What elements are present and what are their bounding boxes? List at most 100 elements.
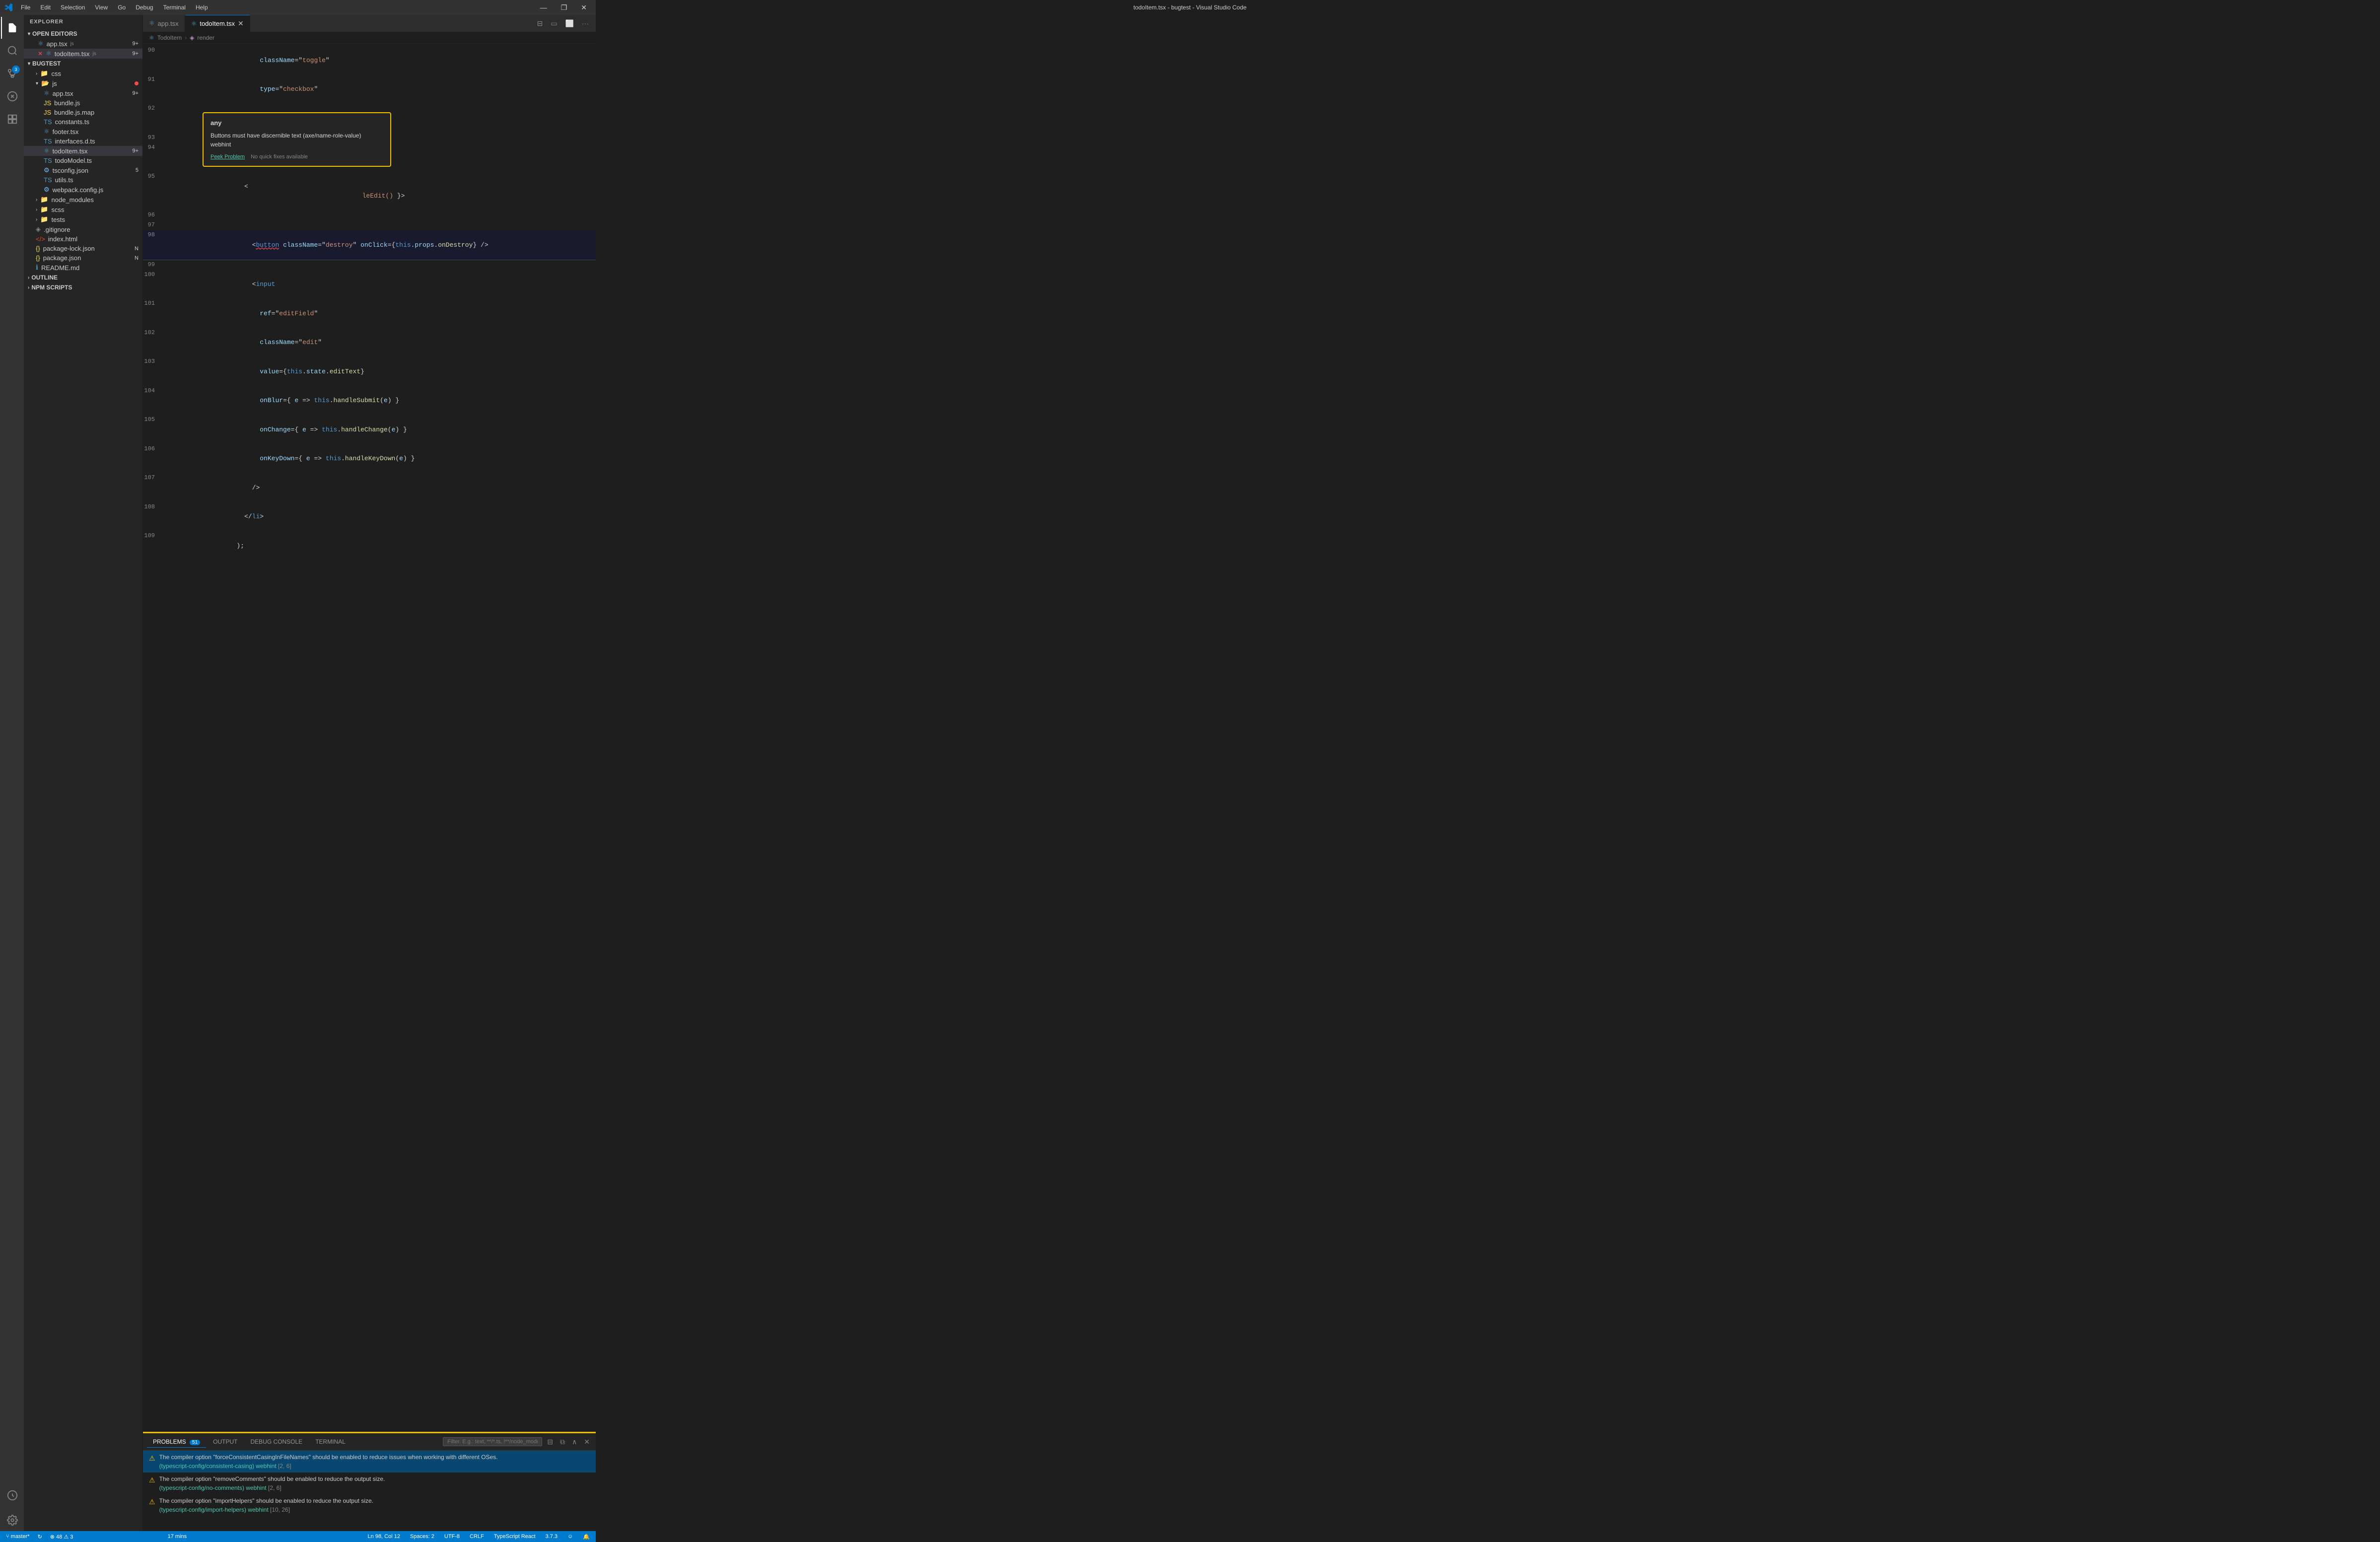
- folder-tests[interactable]: › 📁 tests: [24, 214, 142, 224]
- file-interfaces-dts[interactable]: TS interfaces.d.ts: [24, 137, 142, 146]
- panel-tab-debug-console[interactable]: DEBUG CONSOLE: [245, 1436, 309, 1448]
- file-package-json[interactable]: {} package.json N: [24, 253, 142, 263]
- info-icon: ℹ: [36, 264, 38, 272]
- code-line-98: 98 <button className="destroy" onClick={…: [143, 230, 596, 260]
- open-editor-app-tsx[interactable]: ⚛ app.tsx js 9+: [24, 39, 142, 49]
- collapse-panel-icon[interactable]: ∧: [570, 1437, 579, 1447]
- window-controls: — ❐ ✕: [535, 2, 592, 13]
- line-content: ref="editField": [163, 299, 596, 328]
- activity-remote[interactable]: [1, 1484, 23, 1506]
- problem-item-1[interactable]: ⚠ The compiler option "removeComments" s…: [143, 1472, 596, 1494]
- chevron-right-icon: ›: [28, 285, 29, 290]
- chevron-down-icon: ▾: [28, 31, 30, 37]
- filter-icon[interactable]: ⊟: [545, 1437, 555, 1447]
- debug-icon: [7, 91, 18, 102]
- code-line-97: 97: [143, 220, 596, 230]
- file-package-lock-json[interactable]: {} package-lock.json N: [24, 244, 142, 253]
- activity-debug[interactable]: [1, 85, 23, 107]
- outline-header[interactable]: › OUTLINE: [24, 273, 142, 282]
- activity-source-control[interactable]: 3: [1, 63, 23, 84]
- language-mode[interactable]: TypeScript React: [492, 1534, 538, 1540]
- sync-status[interactable]: ↻: [36, 1534, 44, 1540]
- file-gitignore[interactable]: ◈ .gitignore: [24, 224, 142, 234]
- file-footer-tsx[interactable]: ⚛ footer.tsx: [24, 127, 142, 137]
- line-num: 96: [143, 210, 163, 220]
- tab-todoitem-tsx[interactable]: ⚛ todoItem.tsx ✕: [185, 15, 250, 32]
- menu-view[interactable]: View: [91, 3, 112, 12]
- file-todomodel-ts[interactable]: TS todoModel.ts: [24, 156, 142, 165]
- breadcrumb-todoitem[interactable]: TodoItem: [157, 34, 182, 41]
- file-bundle-js-map[interactable]: JS bundle.js.map: [24, 108, 142, 117]
- file-todoitem-tsx[interactable]: ⚛ todoItem.tsx 9+: [24, 146, 142, 156]
- folder-node-modules[interactable]: › 📁 node_modules: [24, 195, 142, 205]
- code-editor[interactable]: any Buttons must have discernible text (…: [143, 44, 596, 1432]
- file-utils-ts[interactable]: TS utils.ts: [24, 175, 142, 185]
- peek-problem-link[interactable]: Peek Problem: [210, 153, 245, 161]
- activity-extensions[interactable]: [1, 108, 23, 130]
- activity-explorer[interactable]: [1, 17, 23, 39]
- toggle-sidebar-icon[interactable]: ⬜: [562, 17, 577, 30]
- menu-selection[interactable]: Selection: [57, 3, 89, 12]
- line-num: 101: [143, 299, 163, 328]
- file-label: tsconfig.json: [53, 167, 88, 174]
- tab-label: app.tsx: [158, 20, 179, 27]
- cursor-position[interactable]: Ln 98, Col 12: [366, 1534, 402, 1540]
- bugtest-header[interactable]: ▾ BUGTEST: [24, 59, 142, 69]
- git-branch-status[interactable]: ⑂ master*: [4, 1534, 32, 1540]
- tsx-icon: ⚛: [149, 19, 155, 27]
- tab-app-tsx[interactable]: ⚛ app.tsx: [143, 15, 185, 32]
- file-constants-ts[interactable]: TS constants.ts: [24, 117, 142, 127]
- problem-item-2[interactable]: ⚠ The compiler option "importHelpers" sh…: [143, 1494, 596, 1516]
- chevron-right-icon: ›: [36, 207, 37, 212]
- menu-debug[interactable]: Debug: [132, 3, 157, 12]
- file-index-html[interactable]: </> index.html: [24, 234, 142, 244]
- panel-tab-output[interactable]: OUTPUT: [207, 1436, 243, 1448]
- folder-icon: 📁: [40, 215, 48, 223]
- file-label: utils.ts: [55, 176, 73, 184]
- tab-close-button[interactable]: ✕: [238, 19, 244, 28]
- problem-source: (typescript-config/no-comments) webhint: [159, 1484, 267, 1491]
- file-tsconfig-json[interactable]: ⚙ tsconfig.json 5: [24, 165, 142, 175]
- encoding[interactable]: UTF-8: [442, 1534, 462, 1540]
- close-panel-icon[interactable]: ✕: [582, 1437, 592, 1447]
- menu-file[interactable]: File: [17, 3, 34, 12]
- menu-go[interactable]: Go: [114, 3, 130, 12]
- filter-input[interactable]: [443, 1437, 542, 1446]
- file-readme-md[interactable]: ℹ README.md: [24, 263, 142, 273]
- menu-terminal[interactable]: Terminal: [159, 3, 190, 12]
- menu-help[interactable]: Help: [192, 3, 212, 12]
- activity-search[interactable]: [1, 40, 23, 62]
- open-editors-header[interactable]: ▾ OPEN EDITORS: [24, 29, 142, 39]
- activity-settings[interactable]: [1, 1509, 23, 1531]
- errors-warnings-status[interactable]: ⊗ 48 ⚠ 3: [48, 1534, 75, 1540]
- breadcrumb-function-icon: ◈: [190, 34, 194, 41]
- minimize-button[interactable]: —: [535, 2, 552, 12]
- toggle-panel-icon[interactable]: ▭: [548, 17, 560, 30]
- copy-panel-icon[interactable]: ⧉: [558, 1437, 567, 1447]
- line-content: <button className="destroy" onClick={thi…: [163, 230, 596, 260]
- close-button[interactable]: ✕: [576, 2, 592, 13]
- open-editor-todoitem-tsx[interactable]: ✕ ⚛ todoItem.tsx js 9+: [24, 49, 142, 59]
- folder-css[interactable]: › 📁 css: [24, 69, 142, 78]
- file-app-tsx[interactable]: ⚛ app.tsx 9+: [24, 88, 142, 98]
- panel-tab-problems[interactable]: PROBLEMS 51: [147, 1436, 206, 1448]
- indentation[interactable]: Spaces: 2: [408, 1534, 436, 1540]
- file-webpack-config-js[interactable]: ⚙ webpack.config.js: [24, 185, 142, 195]
- more-actions-icon[interactable]: ···: [579, 17, 592, 29]
- split-editor-icon[interactable]: ⊟: [534, 17, 546, 30]
- folder-label: node_modules: [52, 196, 94, 204]
- ts-version[interactable]: 3.7.3: [544, 1534, 560, 1540]
- menu-edit[interactable]: Edit: [36, 3, 55, 12]
- maximize-button[interactable]: ❐: [556, 2, 572, 13]
- folder-js[interactable]: ▾ 📂 js: [24, 78, 142, 88]
- breadcrumb-render[interactable]: render: [197, 34, 214, 41]
- modified-dot: [135, 81, 139, 85]
- folder-scss[interactable]: › 📁 scss: [24, 205, 142, 214]
- problem-item-0[interactable]: ⚠ The compiler option "forceConsistentCa…: [143, 1451, 596, 1472]
- panel-tab-terminal[interactable]: TERMINAL: [309, 1436, 351, 1448]
- notifications-icon[interactable]: 🔔: [581, 1534, 592, 1540]
- line-endings[interactable]: CRLF: [468, 1534, 486, 1540]
- file-bundle-js[interactable]: JS bundle.js: [24, 98, 142, 108]
- feedback-icon[interactable]: ☺: [565, 1534, 575, 1540]
- npm-scripts-header[interactable]: › NPM SCRIPTS: [24, 282, 142, 292]
